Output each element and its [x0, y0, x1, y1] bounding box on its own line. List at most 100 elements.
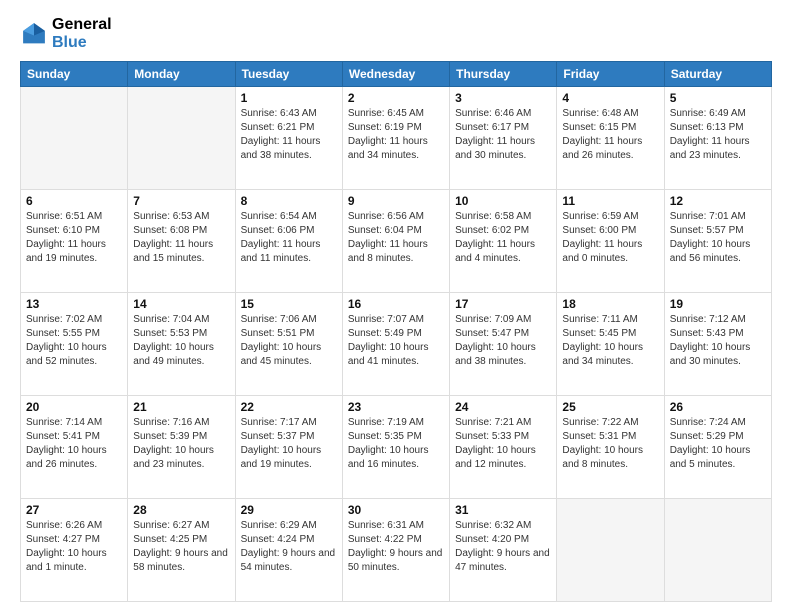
calendar-body: 1 Sunrise: 6:43 AM Sunset: 6:21 PM Daylig…: [21, 87, 772, 602]
day-info: Sunrise: 7:09 AM Sunset: 5:47 PM Dayligh…: [455, 313, 551, 369]
day-cell: 16 Sunrise: 7:07 AM Sunset: 5:49 PM Dayli…: [342, 293, 449, 396]
day-info: Sunrise: 7:06 AM Sunset: 5:51 PM Dayligh…: [241, 313, 337, 369]
day-number: 27: [26, 503, 122, 517]
day-number: 26: [670, 400, 766, 414]
week-row-3: 13Sunrise: 7:02 AM Sunset: 5:55 PM Dayli…: [21, 293, 772, 396]
weekday-sunday: Sunday: [21, 62, 128, 87]
day-cell: 14Sunrise: 7:04 AM Sunset: 5:53 PM Dayli…: [128, 293, 235, 396]
day-info: Sunrise: 6:45 AM Sunset: 6:19 PM Dayligh…: [348, 107, 444, 163]
week-row-5: 27 Sunrise: 6:26 AM Sunset: 4:27 PM Dayli…: [21, 499, 772, 602]
day-info: Sunrise: 6:53 AM Sunset: 6:08 PM Dayligh…: [133, 210, 229, 266]
day-cell: 27 Sunrise: 6:26 AM Sunset: 4:27 PM Dayli…: [21, 499, 128, 602]
day-number: 1: [241, 91, 337, 105]
day-number: 3: [455, 91, 551, 105]
day-info: Sunrise: 6:43 AM Sunset: 6:21 PM Dayligh…: [241, 107, 337, 163]
day-cell: 20 Sunrise: 7:14 AM Sunset: 5:41 PM Dayli…: [21, 396, 128, 499]
header: General Blue: [20, 16, 772, 51]
day-number: 12: [670, 194, 766, 208]
day-cell: 7 Sunrise: 6:53 AM Sunset: 6:08 PM Daylig…: [128, 190, 235, 293]
calendar: SundayMondayTuesdayWednesdayThursdayFrid…: [20, 61, 772, 602]
day-cell: 31Sunrise: 6:32 AM Sunset: 4:20 PM Dayli…: [450, 499, 557, 602]
day-cell: 13Sunrise: 7:02 AM Sunset: 5:55 PM Dayli…: [21, 293, 128, 396]
day-info: Sunrise: 7:11 AM Sunset: 5:45 PM Dayligh…: [562, 313, 658, 369]
day-number: 9: [348, 194, 444, 208]
day-number: 25: [562, 400, 658, 414]
day-info: Sunrise: 7:07 AM Sunset: 5:49 PM Dayligh…: [348, 313, 444, 369]
day-cell: 15 Sunrise: 7:06 AM Sunset: 5:51 PM Dayli…: [235, 293, 342, 396]
day-info: Sunrise: 6:26 AM Sunset: 4:27 PM Dayligh…: [26, 519, 122, 575]
weekday-wednesday: Wednesday: [342, 62, 449, 87]
day-info: Sunrise: 6:29 AM Sunset: 4:24 PM Dayligh…: [241, 519, 337, 575]
weekday-friday: Friday: [557, 62, 664, 87]
day-number: 2: [348, 91, 444, 105]
day-cell: 11Sunrise: 6:59 AM Sunset: 6:00 PM Dayli…: [557, 190, 664, 293]
day-cell: [664, 499, 771, 602]
day-info: Sunrise: 7:01 AM Sunset: 5:57 PM Dayligh…: [670, 210, 766, 266]
day-info: Sunrise: 7:19 AM Sunset: 5:35 PM Dayligh…: [348, 416, 444, 472]
day-info: Sunrise: 7:16 AM Sunset: 5:39 PM Dayligh…: [133, 416, 229, 472]
day-number: 20: [26, 400, 122, 414]
day-cell: 4 Sunrise: 6:48 AM Sunset: 6:15 PM Daylig…: [557, 87, 664, 190]
day-cell: 30Sunrise: 6:31 AM Sunset: 4:22 PM Dayli…: [342, 499, 449, 602]
logo: General Blue: [20, 16, 112, 51]
day-cell: 1 Sunrise: 6:43 AM Sunset: 6:21 PM Daylig…: [235, 87, 342, 190]
day-number: 22: [241, 400, 337, 414]
day-cell: 19Sunrise: 7:12 AM Sunset: 5:43 PM Dayli…: [664, 293, 771, 396]
day-info: Sunrise: 6:46 AM Sunset: 6:17 PM Dayligh…: [455, 107, 551, 163]
day-cell: 21 Sunrise: 7:16 AM Sunset: 5:39 PM Dayli…: [128, 396, 235, 499]
day-info: Sunrise: 6:51 AM Sunset: 6:10 PM Dayligh…: [26, 210, 122, 266]
day-info: Sunrise: 7:04 AM Sunset: 5:53 PM Dayligh…: [133, 313, 229, 369]
week-row-2: 6 Sunrise: 6:51 AM Sunset: 6:10 PM Daylig…: [21, 190, 772, 293]
day-number: 4: [562, 91, 658, 105]
day-info: Sunrise: 6:58 AM Sunset: 6:02 PM Dayligh…: [455, 210, 551, 266]
day-number: 28: [133, 503, 229, 517]
logo-icon: [20, 20, 48, 48]
day-number: 23: [348, 400, 444, 414]
day-cell: 2 Sunrise: 6:45 AM Sunset: 6:19 PM Daylig…: [342, 87, 449, 190]
day-cell: 29Sunrise: 6:29 AM Sunset: 4:24 PM Dayli…: [235, 499, 342, 602]
day-number: 15: [241, 297, 337, 311]
day-number: 21: [133, 400, 229, 414]
weekday-tuesday: Tuesday: [235, 62, 342, 87]
day-info: Sunrise: 7:12 AM Sunset: 5:43 PM Dayligh…: [670, 313, 766, 369]
day-info: Sunrise: 7:22 AM Sunset: 5:31 PM Dayligh…: [562, 416, 658, 472]
day-cell: 12 Sunrise: 7:01 AM Sunset: 5:57 PM Dayli…: [664, 190, 771, 293]
day-number: 18: [562, 297, 658, 311]
day-cell: 24Sunrise: 7:21 AM Sunset: 5:33 PM Dayli…: [450, 396, 557, 499]
page: General Blue SundayMondayTuesdayWednesda…: [0, 0, 792, 612]
day-cell: 5 Sunrise: 6:49 AM Sunset: 6:13 PM Daylig…: [664, 87, 771, 190]
weekday-thursday: Thursday: [450, 62, 557, 87]
day-cell: 26Sunrise: 7:24 AM Sunset: 5:29 PM Dayli…: [664, 396, 771, 499]
day-cell: [128, 87, 235, 190]
day-number: 11: [562, 194, 658, 208]
day-cell: [557, 499, 664, 602]
day-info: Sunrise: 7:14 AM Sunset: 5:41 PM Dayligh…: [26, 416, 122, 472]
day-number: 16: [348, 297, 444, 311]
day-number: 17: [455, 297, 551, 311]
day-cell: 23 Sunrise: 7:19 AM Sunset: 5:35 PM Dayli…: [342, 396, 449, 499]
week-row-4: 20 Sunrise: 7:14 AM Sunset: 5:41 PM Dayli…: [21, 396, 772, 499]
day-number: 31: [455, 503, 551, 517]
day-info: Sunrise: 6:56 AM Sunset: 6:04 PM Dayligh…: [348, 210, 444, 266]
day-cell: 8Sunrise: 6:54 AM Sunset: 6:06 PM Daylig…: [235, 190, 342, 293]
day-info: Sunrise: 6:48 AM Sunset: 6:15 PM Dayligh…: [562, 107, 658, 163]
day-info: Sunrise: 6:27 AM Sunset: 4:25 PM Dayligh…: [133, 519, 229, 575]
day-info: Sunrise: 6:49 AM Sunset: 6:13 PM Dayligh…: [670, 107, 766, 163]
weekday-saturday: Saturday: [664, 62, 771, 87]
week-row-1: 1 Sunrise: 6:43 AM Sunset: 6:21 PM Daylig…: [21, 87, 772, 190]
day-number: 10: [455, 194, 551, 208]
day-info: Sunrise: 7:02 AM Sunset: 5:55 PM Dayligh…: [26, 313, 122, 369]
weekday-header: SundayMondayTuesdayWednesdayThursdayFrid…: [21, 62, 772, 87]
day-cell: 18 Sunrise: 7:11 AM Sunset: 5:45 PM Dayli…: [557, 293, 664, 396]
day-info: Sunrise: 6:54 AM Sunset: 6:06 PM Dayligh…: [241, 210, 337, 266]
logo-text: General Blue: [52, 16, 112, 51]
day-cell: 9 Sunrise: 6:56 AM Sunset: 6:04 PM Daylig…: [342, 190, 449, 293]
day-cell: 17 Sunrise: 7:09 AM Sunset: 5:47 PM Dayli…: [450, 293, 557, 396]
day-number: 7: [133, 194, 229, 208]
weekday-monday: Monday: [128, 62, 235, 87]
day-cell: 10 Sunrise: 6:58 AM Sunset: 6:02 PM Dayli…: [450, 190, 557, 293]
day-number: 24: [455, 400, 551, 414]
day-cell: 3 Sunrise: 6:46 AM Sunset: 6:17 PM Daylig…: [450, 87, 557, 190]
day-number: 5: [670, 91, 766, 105]
day-number: 6: [26, 194, 122, 208]
